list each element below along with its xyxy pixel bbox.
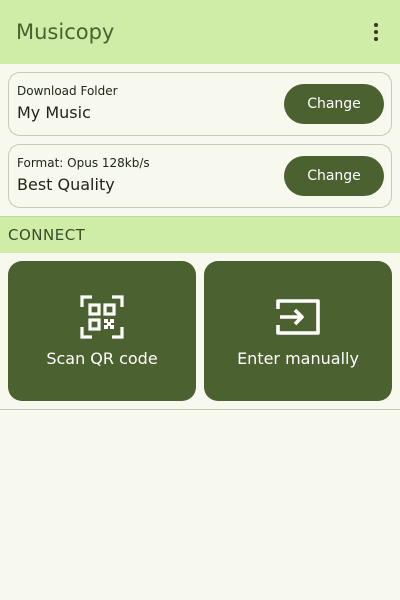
enter-manually-label: Enter manually bbox=[237, 349, 359, 368]
format-label: Format: Opus 128kb/s bbox=[17, 156, 150, 170]
input-icon bbox=[276, 299, 320, 335]
format-value: Best Quality bbox=[17, 175, 115, 194]
scan-qr-code-label: Scan QR code bbox=[46, 349, 158, 368]
scan-qr-code-button[interactable]: Scan QR code bbox=[8, 261, 196, 401]
download-folder-value: My Music bbox=[17, 103, 91, 122]
connect-section-header: CONNECT bbox=[0, 216, 400, 253]
app-bar: Musicopy bbox=[0, 0, 400, 64]
connect-section-title: CONNECT bbox=[8, 226, 86, 244]
divider bbox=[0, 409, 400, 410]
app-title: Musicopy bbox=[16, 20, 115, 44]
qr-code-scanner-icon bbox=[80, 295, 124, 339]
format-card: Format: Opus 128kb/s Best Quality Change bbox=[8, 144, 392, 208]
change-download-folder-button[interactable]: Change bbox=[284, 84, 384, 124]
download-folder-label: Download Folder bbox=[17, 84, 118, 98]
download-folder-card: Download Folder My Music Change bbox=[8, 72, 392, 136]
enter-manually-button[interactable]: Enter manually bbox=[204, 261, 392, 401]
change-format-button[interactable]: Change bbox=[284, 156, 384, 196]
more-vert-icon[interactable] bbox=[364, 16, 388, 48]
